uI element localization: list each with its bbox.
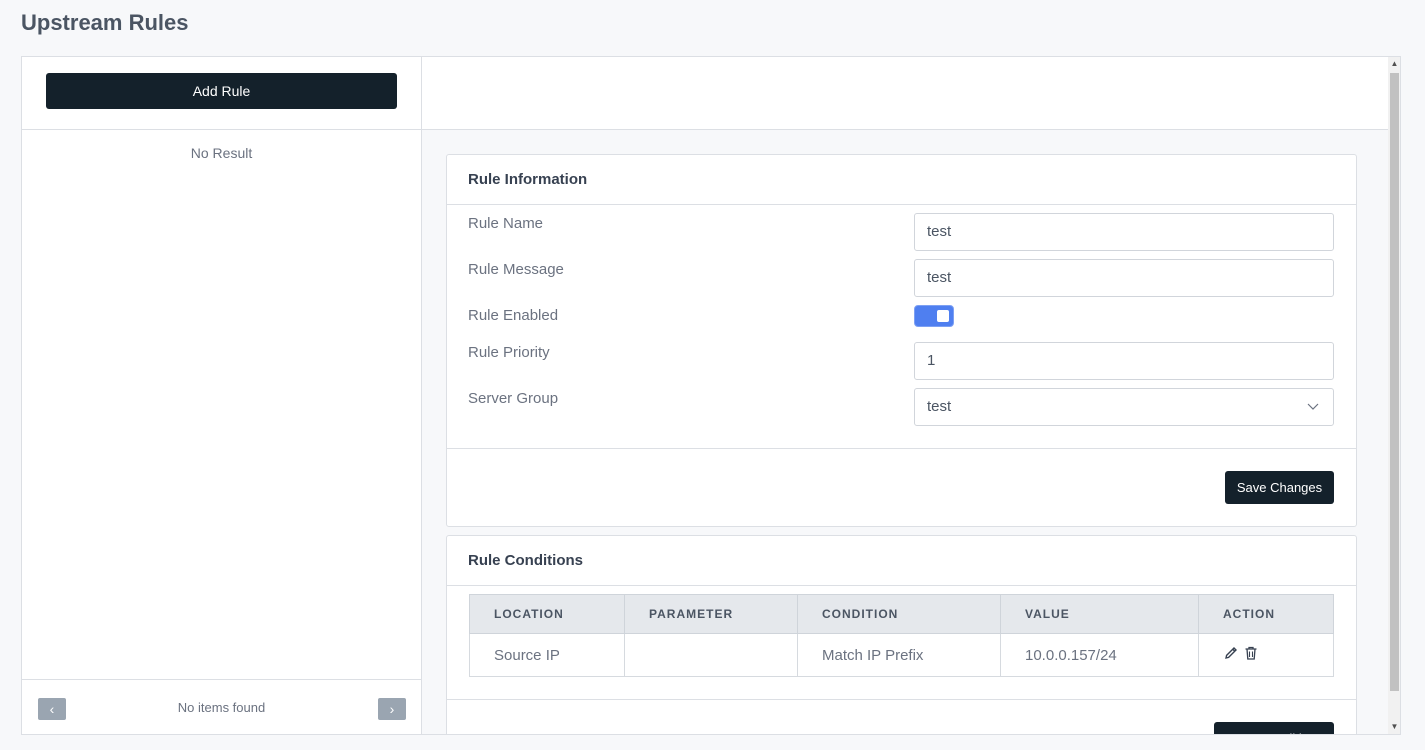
page-title: Upstream Rules [21,10,189,35]
scroll-down-icon[interactable]: ▼ [1390,722,1399,732]
rule-enabled-toggle[interactable] [914,305,954,327]
chevron-right-icon: › [389,701,395,717]
server-group-value: test [927,398,952,415]
toggle-knob [937,310,949,322]
rule-detail-panel: Rule Information Rule Name test Rule Mes… [422,130,1388,734]
add-rule-button[interactable]: Add Rule [46,73,397,109]
cell-location: Source IP [469,633,625,677]
cell-condition: Match IP Prefix [797,633,1001,677]
cell-parameter [624,633,798,677]
server-group-label: Server Group [468,390,559,407]
trash-icon[interactable] [1243,645,1259,665]
rule-conditions-card: Rule Conditions LOCATION PARAMETER CONDI… [446,535,1357,734]
rules-frame: Add Rule No Result ‹ No items found › Ru… [21,56,1401,735]
server-group-select[interactable]: test [914,388,1334,426]
column-header: LOCATION [469,594,625,634]
empty-result-text: No Result [190,145,253,161]
new-condition-button[interactable]: New Condition [1214,722,1334,734]
table-row: Source IP Match IP Prefix 10.0.0.157/24 [469,633,1334,677]
chevron-down-icon [1307,403,1319,410]
next-page-button[interactable]: › [378,698,406,720]
rule-priority-input[interactable]: 1 [914,342,1334,380]
detail-toolbar [422,57,1388,130]
rules-list-panel: Add Rule No Result ‹ No items found › [22,57,422,734]
cell-actions [1198,633,1334,677]
rule-priority-label: Rule Priority [468,344,550,361]
divider [447,448,1356,449]
rules-list-toolbar: Add Rule [22,57,421,130]
pagination-status: No items found [177,700,266,715]
rule-message-label: Rule Message [468,261,564,278]
save-changes-button[interactable]: Save Changes [1225,471,1334,504]
rule-message-input[interactable]: test [914,259,1334,297]
rule-conditions-title: Rule Conditions [447,536,1356,586]
rule-information-card: Rule Information Rule Name test Rule Mes… [446,154,1357,527]
rules-list-pagination: ‹ No items found › [22,679,421,734]
table-header-row: LOCATION PARAMETER CONDITION VALUE ACTIO… [469,594,1334,634]
divider [447,699,1356,700]
column-header: CONDITION [797,594,1001,634]
scroll-up-icon[interactable]: ▲ [1390,59,1399,69]
rule-enabled-label: Rule Enabled [468,307,559,324]
scrollbar-thumb[interactable] [1390,73,1399,691]
rule-name-input[interactable]: test [914,213,1334,251]
rule-information-title: Rule Information [447,155,1356,205]
vertical-scrollbar[interactable]: ▲ ▼ [1388,57,1400,734]
cell-value: 10.0.0.157/24 [1000,633,1199,677]
column-header: ACTION [1198,594,1334,634]
conditions-table: LOCATION PARAMETER CONDITION VALUE ACTIO… [469,594,1334,677]
rule-name-label: Rule Name [468,215,544,232]
column-header: VALUE [1000,594,1199,634]
edit-icon[interactable] [1223,645,1239,665]
column-header: PARAMETER [624,594,798,634]
